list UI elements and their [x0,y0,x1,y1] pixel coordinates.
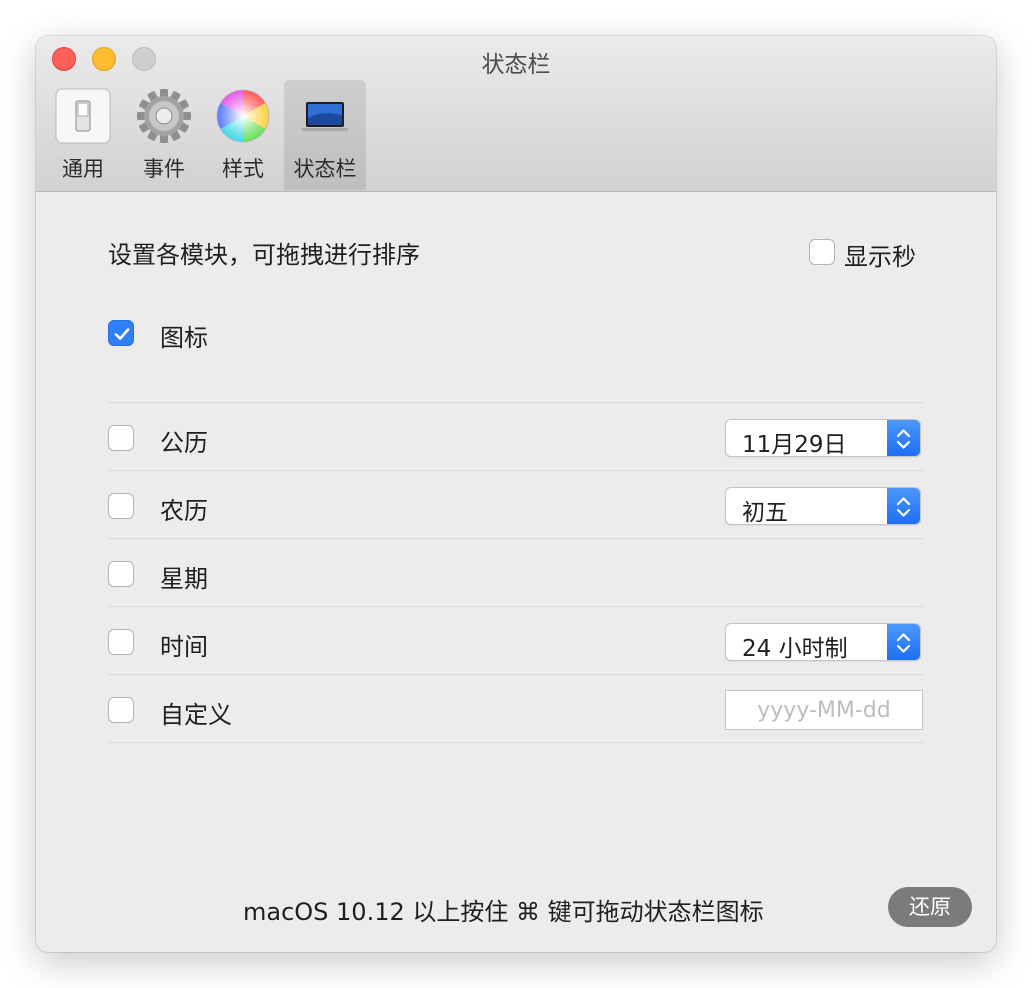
show-seconds-checkbox[interactable] [809,239,835,265]
preferences-window: 状态栏 通用 事件 样式 状态栏 设置各模块，可拖拽进行排序 显示秒 图标 公历… [36,36,996,952]
row-divider [108,402,923,403]
gear-icon [137,89,191,143]
toolbar-tab-statusbar[interactable]: 状态栏 [284,80,366,190]
popup-arrows-icon [887,624,920,660]
row-divider [108,470,923,471]
restore-button[interactable]: 还原 [888,887,972,927]
custom-label: 自定义 [160,701,232,729]
time-checkbox[interactable] [108,629,134,655]
toolbar-tab-general-label: 通用 [62,157,104,181]
row-divider [108,606,923,607]
weekday-label: 星期 [160,565,208,593]
section-heading: 设置各模块，可拖拽进行排序 [108,241,420,269]
lunar-label: 农历 [160,497,208,525]
icon-label: 图标 [160,324,208,352]
toolbar-tab-events-label: 事件 [143,157,185,181]
row-divider [108,538,923,539]
popup-arrows-icon [887,488,920,524]
time-label: 时间 [160,633,208,661]
gregorian-checkbox[interactable] [108,425,134,451]
custom-checkbox[interactable] [108,697,134,723]
lunar-format-value: 初五 [742,500,788,525]
toolbar-tab-statusbar-label: 状态栏 [293,157,357,181]
gregorian-format-popup[interactable]: 11月29日 [725,419,921,457]
weekday-checkbox[interactable] [108,561,134,587]
lunar-format-popup[interactable]: 初五 [725,487,921,525]
toolbar-tab-general[interactable]: 通用 [42,80,124,190]
toolbar-tab-events[interactable]: 事件 [123,80,205,190]
laptop-icon [301,102,349,131]
show-seconds-label: 显示秒 [844,243,916,271]
drag-hint-text: macOS 10.12 以上按住 ⌘ 键可拖动状态栏图标 [243,898,764,926]
titlebar: 状态栏 通用 事件 样式 状态栏 [36,36,996,192]
gregorian-format-value: 11月29日 [742,432,847,457]
row-divider [108,742,923,743]
color-wheel-icon [216,89,270,143]
statusbar-settings-panel: 设置各模块，可拖拽进行排序 显示秒 图标 公历 11月29日 农历 初五 星期 … [36,192,996,952]
checkmark-icon [114,328,130,340]
lunar-checkbox[interactable] [108,493,134,519]
switch-icon [55,88,111,144]
toolbar-tab-style[interactable]: 样式 [202,80,284,190]
toolbar-tab-style-label: 样式 [222,157,264,181]
icon-checkbox[interactable] [108,320,134,346]
custom-format-input[interactable] [725,690,923,730]
time-format-popup[interactable]: 24 小时制 [725,623,921,661]
row-divider [108,674,923,675]
gregorian-label: 公历 [160,429,208,457]
time-format-value: 24 小时制 [742,636,848,661]
window-title: 状态栏 [481,52,551,78]
popup-arrows-icon [887,420,920,456]
